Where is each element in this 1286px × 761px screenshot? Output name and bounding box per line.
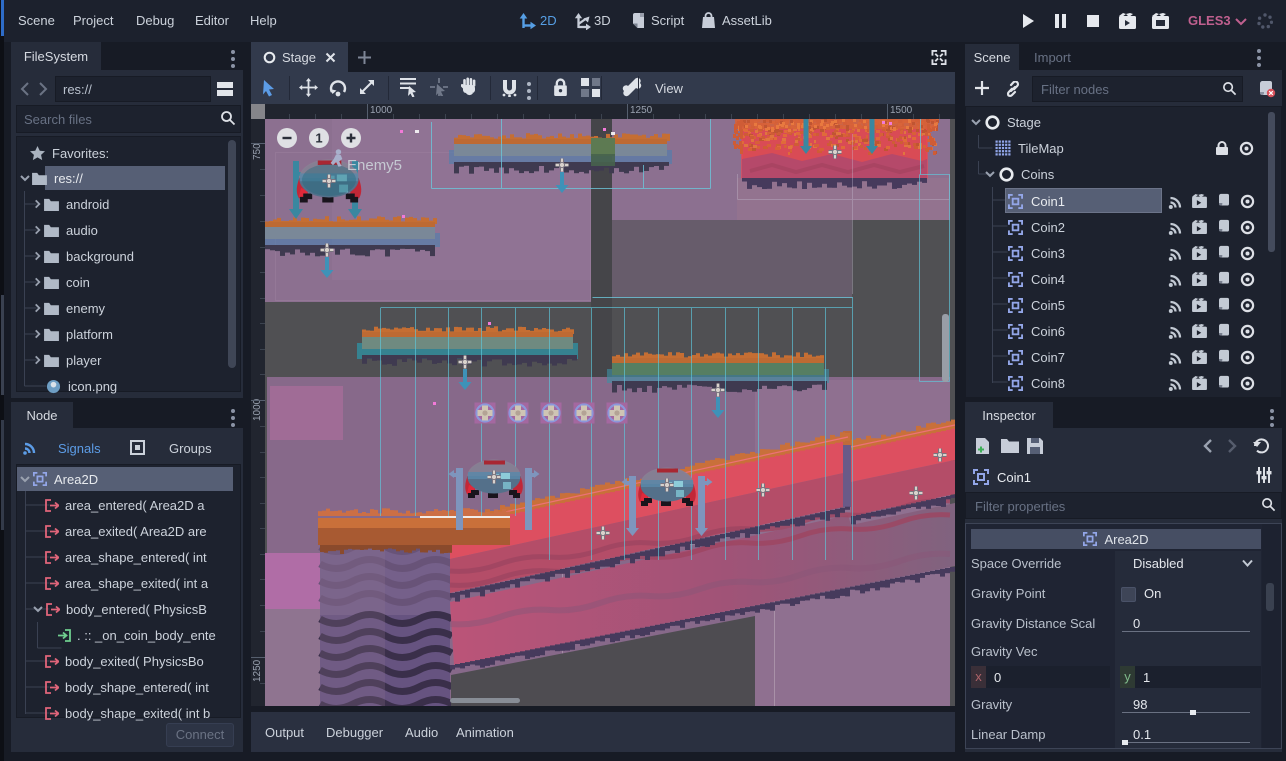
svg-text:Enemy5: Enemy5 (347, 157, 402, 174)
svg-text:1: 1 (315, 131, 322, 146)
